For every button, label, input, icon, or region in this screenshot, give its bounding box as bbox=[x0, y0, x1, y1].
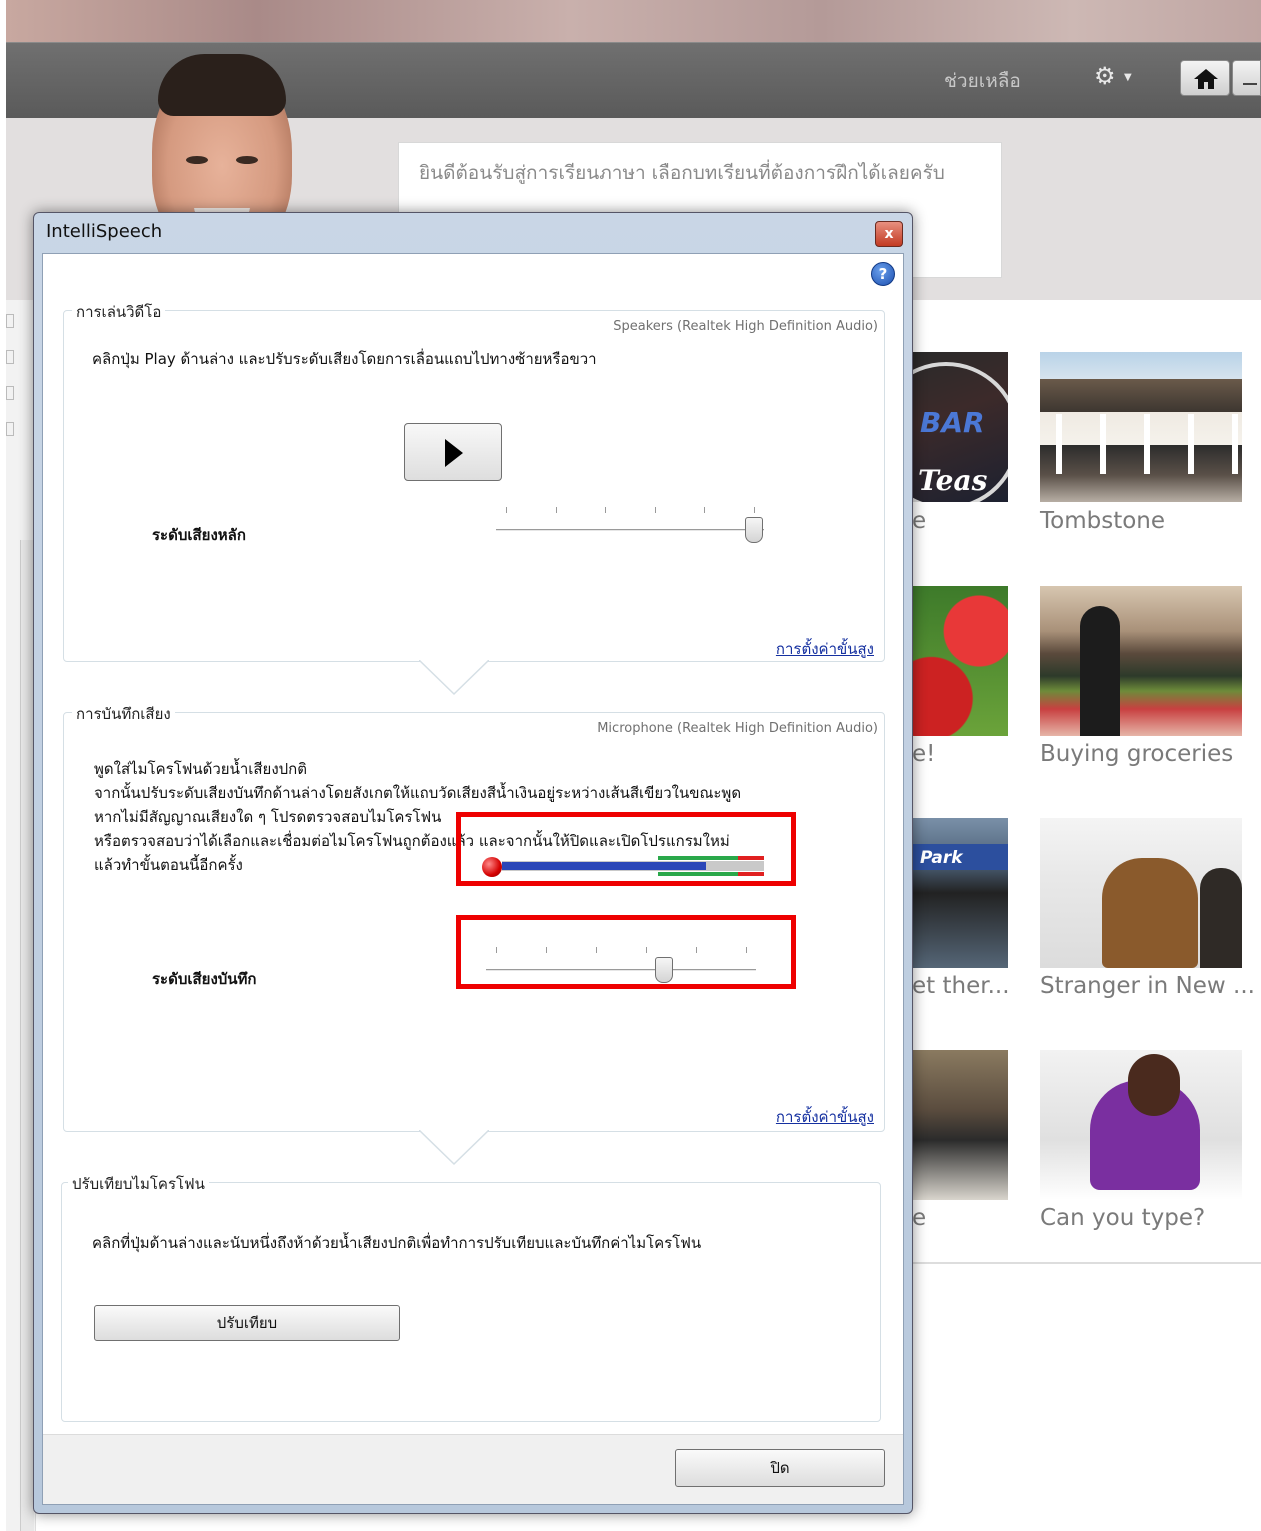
home-icon bbox=[1194, 69, 1218, 89]
group-title: การบันทึกเสียง bbox=[72, 702, 175, 726]
lesson-title[interactable]: et ther... bbox=[912, 973, 1010, 999]
help-icon[interactable]: ? bbox=[871, 262, 895, 286]
advanced-settings-link[interactable]: การตั้งค่าขั้นสูง bbox=[776, 1105, 874, 1129]
header-photo bbox=[6, 0, 1261, 44]
chevron-down-icon: ▼ bbox=[1124, 72, 1132, 83]
calibration-group: ปรับเทียบไมโครโฟน คลิกที่ปุ่มด้านล่างและ… bbox=[61, 1172, 881, 1422]
slider-track bbox=[496, 529, 764, 532]
slider-tick bbox=[754, 507, 755, 513]
thumbnail-text: BAR bbox=[920, 406, 985, 439]
thumbnail-text: Park bbox=[920, 848, 963, 868]
slider-label: ระดับเสียงบันทึก bbox=[152, 970, 257, 988]
close-icon[interactable]: x bbox=[875, 221, 903, 247]
lesson-title[interactable]: Stranger in New ... bbox=[1040, 973, 1255, 999]
screen: ช่วยเหลือ ⚙ ▼ ยินดีต้อนรับสู่การเรียนภาษา… bbox=[0, 0, 1261, 1531]
slider-tick bbox=[605, 507, 607, 513]
group-title: การเล่นวิดีโอ bbox=[72, 300, 166, 324]
play-button[interactable] bbox=[404, 423, 502, 481]
lesson-thumbnail-stranger[interactable] bbox=[1040, 818, 1242, 968]
lesson-title[interactable]: e bbox=[912, 508, 926, 534]
lesson-thumbnail-typing[interactable] bbox=[1040, 1050, 1242, 1200]
arrow-down-icon bbox=[419, 660, 489, 696]
gear-icon: ⚙ bbox=[1094, 62, 1116, 90]
lesson-title[interactable]: e bbox=[912, 1205, 926, 1231]
instruction-line: พูดใส่ไมโครโฟนด้วยน้ำเสียงปกติ bbox=[94, 760, 307, 778]
playback-group: การเล่นวิดีโอ Speakers (Realtek High Def… bbox=[63, 300, 885, 662]
settings-button[interactable]: ⚙ ▼ bbox=[1094, 62, 1140, 92]
slider-tick bbox=[555, 507, 557, 513]
master-volume-slider[interactable] bbox=[496, 507, 764, 547]
home-button[interactable] bbox=[1180, 60, 1230, 96]
speaker-device-name: Speakers (Realtek High Definition Audio) bbox=[613, 319, 878, 334]
lesson-title[interactable]: Tombstone bbox=[1040, 508, 1165, 534]
divider bbox=[912, 1262, 1261, 1264]
dialog-footer: ปิด bbox=[43, 1434, 903, 1504]
minimize-button[interactable] bbox=[1232, 60, 1261, 96]
lesson-thumbnail-partial[interactable] bbox=[912, 586, 1008, 736]
group-title: ปรับเทียบไมโครโฟน bbox=[68, 1172, 209, 1196]
slider-tick bbox=[506, 507, 507, 513]
microphone-device-name: Microphone (Realtek High Definition Audi… bbox=[597, 721, 878, 736]
slider-tick bbox=[654, 507, 656, 513]
instruction-line: จากนั้นปรับระดับเสียงบันทึกด้านล่างโดยสั… bbox=[94, 784, 742, 802]
highlight-record-slider bbox=[456, 915, 796, 989]
calibrate-button[interactable]: ปรับเทียบ bbox=[94, 1305, 400, 1341]
playback-instruction: คลิกปุ่ม Play ด้านล่าง และปรับระดับเสียง… bbox=[92, 350, 597, 368]
lesson-title[interactable]: Can you type? bbox=[1040, 1205, 1205, 1231]
lesson-thumbnail-tombstone[interactable] bbox=[1040, 352, 1242, 502]
slider-tick bbox=[704, 507, 706, 513]
lesson-thumbnail-groceries[interactable] bbox=[1040, 586, 1242, 736]
slider-thumb[interactable] bbox=[745, 517, 763, 543]
lesson-thumbnail-partial[interactable]: Park bbox=[912, 818, 1008, 968]
arrow-down-icon bbox=[419, 1130, 489, 1166]
advanced-settings-link[interactable]: การตั้งค่าขั้นสูง bbox=[776, 637, 874, 661]
thumbnail-text: Teas bbox=[918, 464, 988, 497]
dialog-title: IntelliSpeech bbox=[46, 221, 163, 242]
highlight-level-meter bbox=[456, 812, 796, 886]
slider-label: ระดับเสียงหลัก bbox=[152, 526, 246, 544]
lesson-thumbnail-partial[interactable] bbox=[912, 1050, 1008, 1200]
close-button[interactable]: ปิด bbox=[675, 1449, 885, 1487]
left-scrollbar[interactable] bbox=[20, 540, 34, 1531]
calibration-instruction: คลิกที่ปุ่มด้านล่างและนับหนึ่งถึงห้าด้วย… bbox=[92, 1234, 702, 1252]
lesson-title[interactable]: e! bbox=[912, 741, 935, 767]
lesson-title[interactable]: Buying groceries bbox=[1040, 741, 1233, 767]
help-link[interactable]: ช่วยเหลือ bbox=[944, 66, 1021, 96]
lesson-thumbnail-partial[interactable]: BAR Teas bbox=[912, 352, 1008, 502]
welcome-message: ยินดีต้อนรับสู่การเรียนภาษา เลือกบทเรียน… bbox=[419, 162, 945, 184]
